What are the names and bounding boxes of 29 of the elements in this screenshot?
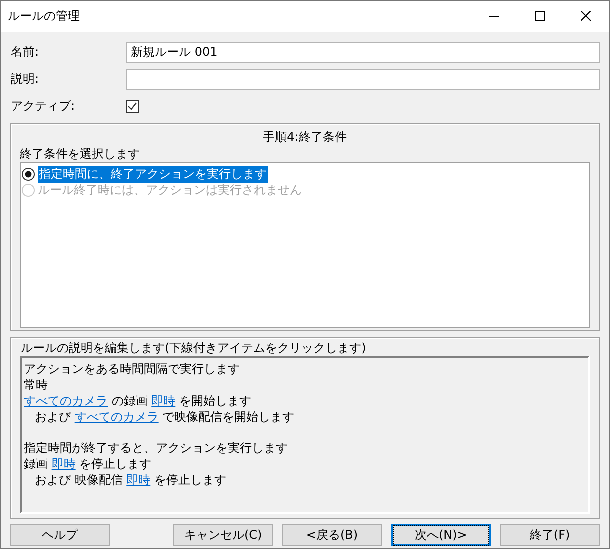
panel-title: ルールの説明を編集します(下線付きアイテムをクリックします) bbox=[20, 340, 368, 356]
link[interactable]: すべてのカメラ bbox=[74, 410, 159, 424]
description-line: 録画 即時 を停止します bbox=[24, 456, 153, 472]
description-line: および すべてのカメラ で映像配信を開始します bbox=[35, 409, 296, 425]
description-line: および 映像配信 即時 を停止します bbox=[35, 472, 228, 488]
link[interactable]: 即時 bbox=[152, 394, 176, 408]
description-line: 指定時間が終了すると、アクションを実行します bbox=[24, 440, 289, 456]
description-line: 常時 bbox=[24, 377, 49, 393]
description-line: すべてのカメラ の録画 即時 を開始します bbox=[24, 393, 252, 409]
field-label: アクティブ: bbox=[10, 98, 76, 115]
prompt-label: 終了条件を選択します bbox=[20, 146, 141, 162]
dialog-button[interactable]: 終了(F) bbox=[500, 524, 600, 546]
input-field[interactable]: 新規ルール 001 bbox=[126, 42, 600, 63]
link[interactable]: 即時 bbox=[126, 473, 151, 487]
link[interactable]: すべてのカメラ bbox=[24, 394, 108, 408]
dialog-button[interactable]: 次へ(N)> bbox=[391, 524, 492, 546]
link[interactable]: 即時 bbox=[52, 457, 76, 471]
panel-title: 手順4:終了条件 bbox=[262, 129, 348, 146]
field-label: 名前: bbox=[10, 44, 40, 61]
dialog-button[interactable]: ヘルプ bbox=[10, 524, 110, 546]
description-line: アクションをある時間間隔で実行します bbox=[24, 361, 241, 377]
dialog-button[interactable]: <戻る(B) bbox=[282, 524, 382, 546]
window-title: ルールの管理 bbox=[8, 8, 80, 25]
dialog-button[interactable]: キャンセル(C) bbox=[173, 524, 274, 546]
radio-button[interactable] bbox=[22, 168, 35, 180]
input-field[interactable] bbox=[126, 69, 600, 90]
field-label: 説明: bbox=[10, 71, 40, 88]
checkbox[interactable] bbox=[126, 100, 139, 113]
option-label[interactable]: 指定時間に、終了アクションを実行します bbox=[38, 166, 268, 182]
